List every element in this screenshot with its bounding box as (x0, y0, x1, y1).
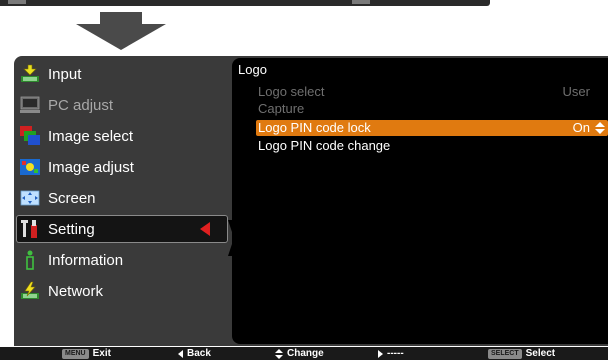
sidebar-item-label: Image adjust (48, 158, 134, 176)
submenu-title: Logo (238, 62, 267, 77)
status-next: ----- (378, 347, 404, 360)
sidebar-item-pc-adjust[interactable]: PC adjust (16, 91, 228, 119)
up-down-arrow-icon (275, 348, 283, 359)
status-change-label: Change (287, 348, 324, 359)
sidebar: Input PC adjust Image select Image adjus… (14, 56, 232, 346)
image-adjust-icon (20, 157, 40, 177)
down-arrow-icon (76, 12, 166, 50)
select-key-icon: SELECT (488, 348, 522, 359)
option-label: Logo PIN code lock (258, 120, 371, 135)
status-change: Change (275, 347, 324, 360)
sidebar-item-information[interactable]: Information (16, 246, 228, 274)
status-exit: MENU Exit (62, 347, 111, 360)
information-icon (20, 250, 40, 270)
selection-pointer-icon (200, 222, 210, 236)
logo-submenu: Logo Logo select User Capture Logo PIN c… (232, 58, 608, 344)
right-arrow-icon (378, 349, 383, 358)
sidebar-item-label: PC adjust (48, 96, 114, 114)
sidebar-item-label: Image select (48, 127, 134, 145)
top-key-right (352, 0, 370, 4)
option-label: Capture (258, 101, 305, 116)
top-strip (0, 0, 490, 6)
left-arrow-icon (178, 349, 183, 358)
up-down-arrow-icon (595, 122, 605, 134)
status-back-label: Back (187, 348, 211, 359)
setting-icon (20, 219, 40, 239)
network-icon (20, 281, 40, 301)
sidebar-item-input[interactable]: Input (16, 60, 228, 88)
option-logo-select[interactable]: Logo select User (256, 84, 608, 100)
sidebar-item-setting[interactable]: Setting (16, 215, 228, 243)
status-bar: MENU Exit Back Change ----- SELECT Selec… (0, 347, 608, 360)
top-key-left (8, 0, 26, 4)
option-value: User (562, 84, 590, 99)
option-logo-pin-code-lock[interactable]: Logo PIN code lock On (256, 120, 608, 136)
option-label: Logo PIN code change (258, 138, 391, 153)
menu-key-icon: MENU (62, 348, 89, 359)
status-select-label: Select (525, 348, 556, 359)
sidebar-item-image-select[interactable]: Image select (16, 122, 228, 150)
sidebar-item-image-adjust[interactable]: Image adjust (16, 153, 228, 181)
status-next-label: ----- (387, 348, 404, 359)
option-capture[interactable]: Capture (256, 101, 608, 117)
sidebar-item-screen[interactable]: Screen (16, 184, 228, 212)
status-exit-label: Exit (92, 348, 111, 359)
image-select-icon (20, 126, 40, 146)
option-value: On (572, 120, 590, 135)
sidebar-item-label: Network (48, 282, 104, 300)
menu-panel: Input PC adjust Image select Image adjus… (14, 56, 608, 346)
sidebar-item-network[interactable]: Network (16, 277, 228, 305)
status-back: Back (178, 347, 211, 360)
sidebar-item-label: Input (48, 65, 82, 83)
option-label: Logo select (258, 84, 325, 99)
sidebar-item-label: Setting (48, 220, 95, 238)
status-select: SELECT Select (488, 347, 555, 360)
input-icon (20, 64, 40, 84)
sidebar-item-label: Information (48, 251, 124, 269)
screen-icon (20, 188, 40, 208)
sidebar-item-label: Screen (48, 189, 96, 207)
option-logo-pin-code-change[interactable]: Logo PIN code change (256, 138, 608, 154)
pc-adjust-icon (20, 95, 40, 115)
